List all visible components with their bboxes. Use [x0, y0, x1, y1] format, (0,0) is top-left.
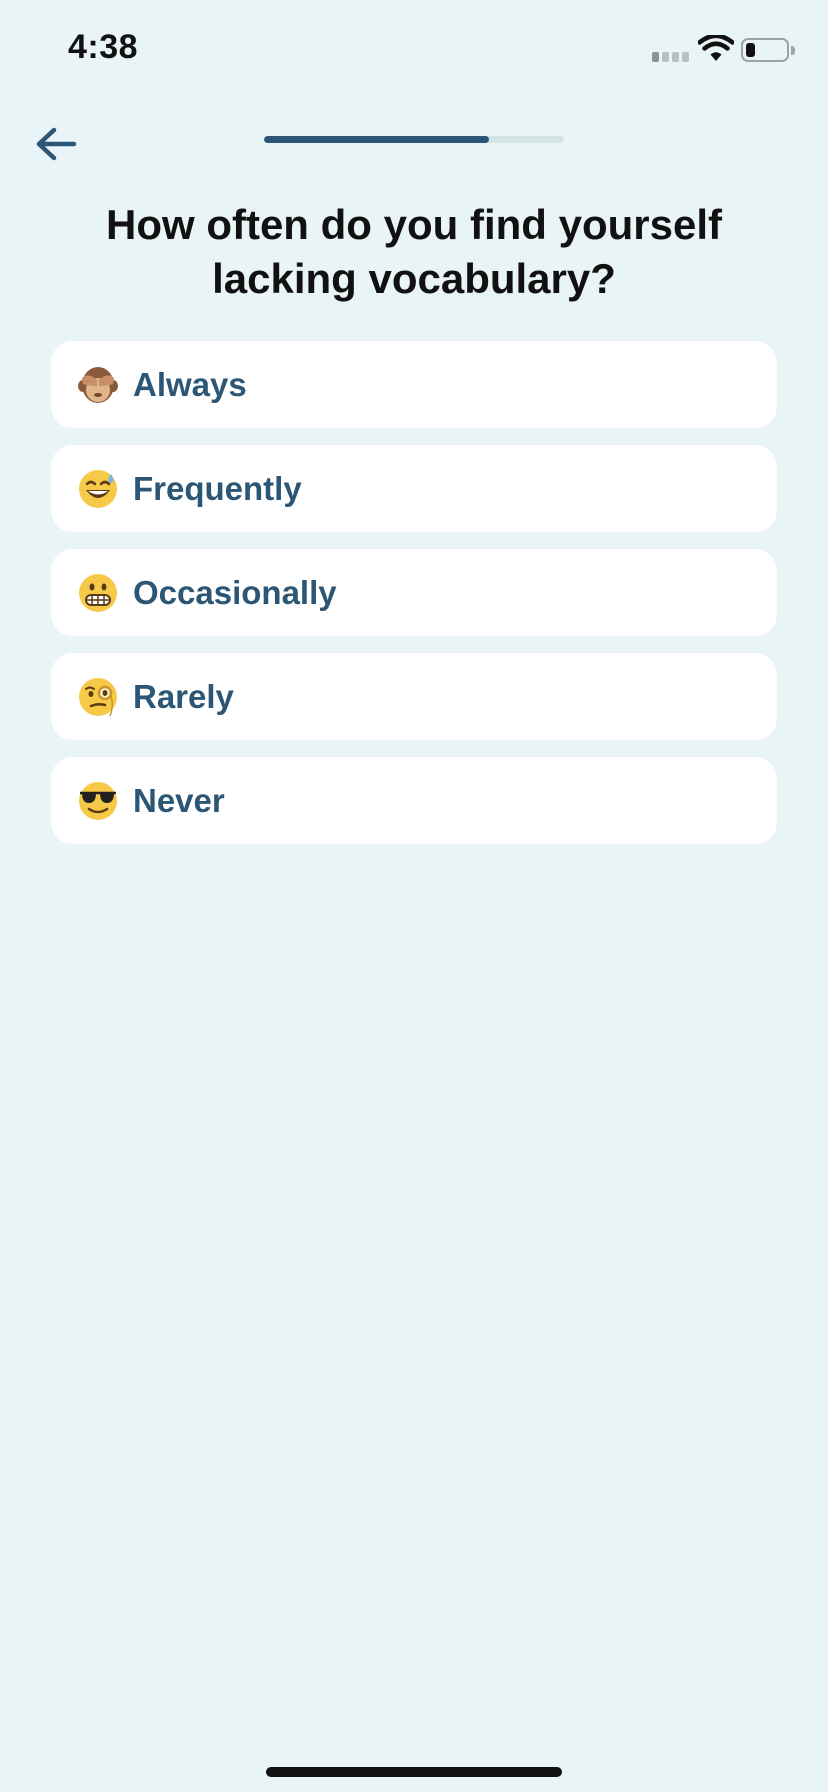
option-label: Occasionally	[133, 573, 337, 611]
option-label: Always	[133, 365, 247, 403]
grinning-sweat-face-icon	[79, 469, 117, 508]
arrow-left-icon	[36, 127, 77, 161]
option-occasionally[interactable]: Occasionally	[51, 549, 777, 636]
progress-bar	[264, 136, 564, 143]
status-time: 4:38	[68, 28, 139, 66]
option-frequently[interactable]: Frequently	[51, 445, 777, 532]
option-never[interactable]: Never	[51, 757, 777, 844]
home-indicator[interactable]	[266, 1767, 562, 1777]
option-label: Rarely	[133, 677, 234, 715]
battery-icon	[741, 38, 789, 62]
see-no-evil-monkey-icon	[78, 366, 118, 403]
cellular-signal-icon	[652, 48, 692, 62]
option-always[interactable]: Always	[51, 341, 777, 428]
monocle-face-icon	[79, 677, 117, 716]
options-list: Always Frequently Occasionally Rarely Ne…	[51, 341, 777, 861]
status-bar: 4:38	[0, 0, 828, 100]
grimacing-face-icon	[79, 573, 117, 612]
progress-fill	[264, 136, 489, 143]
option-label: Never	[133, 781, 225, 819]
wifi-icon	[698, 35, 734, 61]
option-rarely[interactable]: Rarely	[51, 653, 777, 740]
battery-cap	[791, 46, 795, 55]
question-title: How often do you find yourself lacking v…	[106, 201, 722, 302]
sunglasses-face-icon	[79, 781, 117, 820]
back-button[interactable]	[24, 112, 88, 176]
option-label: Frequently	[133, 469, 302, 507]
